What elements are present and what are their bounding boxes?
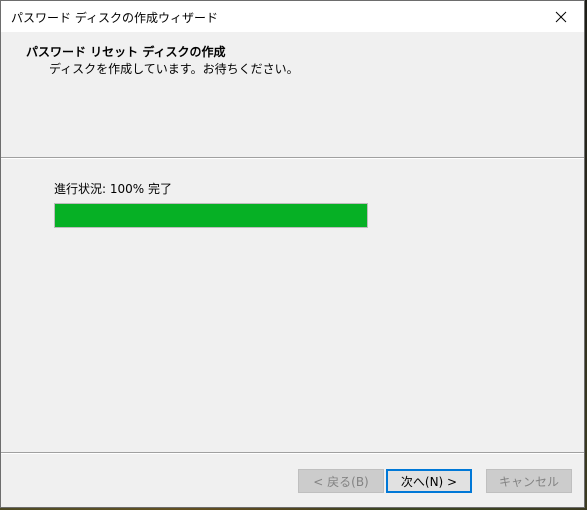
page-subtitle: ディスクを作成しています。お待ちください。 — [49, 62, 299, 76]
close-icon — [555, 11, 567, 22]
progress-bar — [54, 203, 368, 228]
page-title: パスワード リセット ディスクの作成 — [26, 45, 226, 59]
progress-bar-fill — [55, 204, 367, 227]
progress-label: 進行状況: 100% 完了 — [54, 182, 172, 196]
wizard-window: パスワード ディスクの作成ウィザード パスワード リセット ディスクの作成 ディ… — [0, 0, 585, 508]
cancel-button[interactable]: キャンセル — [486, 469, 572, 493]
next-button[interactable]: 次へ(N) > — [386, 469, 472, 493]
close-button[interactable] — [538, 1, 584, 32]
title-bar[interactable]: パスワード ディスクの作成ウィザード — [1, 1, 584, 32]
window-title: パスワード ディスクの作成ウィザード — [11, 11, 218, 25]
footer-divider — [1, 452, 584, 454]
back-button[interactable]: < 戻る(B) — [298, 469, 384, 493]
wizard-header: パスワード リセット ディスクの作成 ディスクを作成しています。お待ちください。 — [1, 32, 584, 157]
header-divider — [1, 157, 584, 159]
